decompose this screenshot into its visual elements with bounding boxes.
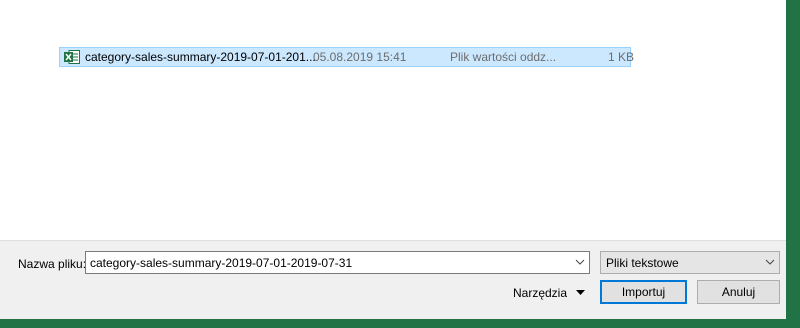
filename-value[interactable]: category-sales-summary-2019-07-01-2019-0… [90,256,352,270]
filename-combobox[interactable]: category-sales-summary-2019-07-01-2019-0… [85,251,590,274]
file-list: category-sales-summary-2019-07-01-201...… [0,0,786,240]
dialog-footer: Nazwa pliku: category-sales-summary-2019… [0,240,786,319]
file-name: category-sales-summary-2019-07-01-201... [85,50,316,64]
tools-menu-button[interactable]: Narzędzia [505,281,595,305]
chevron-down-icon [765,259,775,265]
file-type: Plik wartości oddz... [450,50,557,64]
cancel-button[interactable]: Anuluj [697,280,780,304]
filename-label: Nazwa pliku: [18,257,87,271]
import-dialog: category-sales-summary-2019-07-01-201...… [0,0,786,319]
chevron-down-icon[interactable] [574,256,586,268]
tools-label: Narzędzia [513,286,568,300]
filetype-value: Pliki tekstowe [606,256,679,270]
import-button[interactable]: Importuj [600,280,687,304]
triangle-down-icon [576,290,585,295]
file-modified-date: 05.08.2019 15:41 [313,50,407,64]
file-row-selected[interactable]: category-sales-summary-2019-07-01-201...… [59,47,635,67]
excel-csv-icon [64,50,80,64]
file-size: 1 KB [608,50,635,64]
filetype-dropdown[interactable]: Pliki tekstowe [600,251,780,274]
